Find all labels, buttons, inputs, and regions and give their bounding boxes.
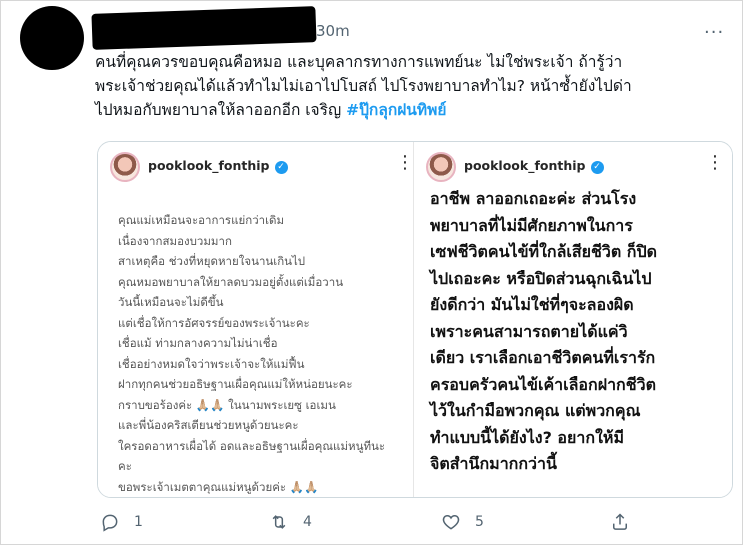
caption-line: ขอพระเจ้าเมตตาคุณแม่หนูด้วยค่ะ 🙏🏼🙏🏼 — [118, 479, 319, 494]
comment-line: เดียว เราเลือกเอาชีวิตคนที่เรารัก — [430, 348, 656, 367]
share-icon — [613, 513, 627, 530]
reply-icon — [102, 514, 118, 532]
reply-button[interactable]: 1 — [100, 512, 143, 532]
tweet-text-line: พระเจ้าช่วยคุณได้แล้วทำไมไม่เอาไปโบสถ์ ไ… — [95, 77, 632, 95]
caption-line: คุณแม่เหมือนจะอาการแย่กว่าเดิม — [118, 213, 285, 227]
caption-line: และพี่น้องคริสเตียนช่วยหนูด้วยนะคะ — [118, 418, 299, 432]
verified-badge-icon: ✓ — [590, 161, 604, 174]
comment-line: ไปเถอะคะ หรือปิดส่วนฉุกเฉินไป — [430, 268, 652, 288]
tweet-text-line: ไปหมอกับพยาบาลให้ลาออกอีก เจริญ #ปุ๊กลุก… — [95, 98, 735, 122]
comment-line: พยาบาลที่ไม่มีศักยภาพในการ — [430, 215, 633, 235]
caption-line: เชื่ออย่างหมดใจว่าพระเจ้าจะให้แม่ฟื้น — [118, 356, 305, 371]
caption-line: คะ — [118, 459, 132, 473]
retweet-icon — [272, 515, 286, 529]
instagram-more-icon: ⋮ — [706, 152, 724, 173]
tweet-text-line: คนที่คุณควรขอบคุณคือหมอ และบุคลากรทางการ… — [95, 53, 623, 71]
instagram-avatar — [426, 152, 456, 182]
media-image-right[interactable]: pooklook_fonthip ✓ ⋮ อาชีพ ลาออกเถอะค่ะ ส… — [416, 142, 732, 497]
comment-line: ครอบครัวคนไข้เค้าเลือกฝากชีวิต — [430, 374, 656, 394]
comment-line: ไว้ในกำมือพวกคุณ แต่พวกคุณ — [430, 401, 641, 420]
avatar[interactable] — [20, 6, 84, 70]
retweet-button[interactable]: 4 — [269, 512, 312, 532]
share-button[interactable] — [610, 512, 630, 532]
comment-line: เซฟชีวิตคนไข้ที่ใกล้เสียชีวิต ก็ปิด — [430, 242, 658, 261]
comment-line: เพราะคนสามารถตายได้แค่วิ — [430, 321, 628, 341]
caption-line: สาเหตุคือ ช่วงที่หยุดหายใจนานเกินไป — [118, 254, 306, 268]
instagram-username: pooklook_fonthip ✓ — [464, 158, 604, 174]
verified-badge-icon: ✓ — [274, 161, 288, 174]
tweet-media[interactable]: pooklook_fonthip ✓ ⋮ คุณแม่เหมือนจะอาการแ… — [97, 141, 733, 498]
comment-line: จิตสำนึกมากกว่านี้ — [430, 454, 557, 473]
instagram-more-icon: ⋮ — [396, 152, 414, 173]
caption-line: ฝากทุกคนช่วยอธิษฐานเผื่อคุณแม่ให้หน่อยนะ… — [118, 377, 353, 391]
hashtag-link[interactable]: #ปุ๊กลุกฝนทิพย์ — [346, 101, 446, 119]
caption-line: กราบขอร้องค่ะ 🙏🏼🙏🏼 ในนามพระเยซู เอเมน — [118, 397, 336, 412]
like-button[interactable]: 5 — [441, 512, 484, 532]
caption-line: เนื่องจากสมองบวมมาก — [118, 233, 232, 248]
tweet-text: คนที่คุณควรขอบคุณคือหมอ และบุคลากรทางการ… — [95, 50, 735, 122]
media-image-left[interactable]: pooklook_fonthip ✓ ⋮ คุณแม่เหมือนจะอาการแ… — [98, 142, 414, 497]
heart-icon — [442, 514, 460, 530]
like-count: 5 — [475, 514, 484, 530]
caption-line: ใครอดอาหารเผื่อได้ อดและอธิษฐานเผื่อคุณแ… — [118, 438, 386, 453]
more-options-icon[interactable]: ··· — [704, 22, 724, 43]
caption-line: วันนี้เหมือนจะไม่ดีขึ้น — [118, 295, 224, 309]
instagram-avatar — [110, 152, 140, 182]
instagram-comment-text: อาชีพ ลาออกเถอะค่ะ ส่วนโรง พยาบาลที่ไม่ม… — [430, 186, 730, 478]
comment-line: อาชีพ ลาออกเถอะค่ะ ส่วนโรง — [430, 189, 637, 208]
tweet-actions: 1 4 5 — [95, 512, 655, 538]
instagram-username: pooklook_fonthip ✓ — [148, 158, 288, 174]
caption-line: คุณหมอพยาบาลให้ยาลดบวมอยู่ตั้งแต่เมื่อวา… — [118, 274, 344, 289]
tweet-timestamp[interactable]: 30m — [316, 22, 350, 40]
comment-line: ทำแบบนี้ได้ยังไง? อยากให้มี — [430, 427, 624, 447]
instagram-caption: คุณแม่เหมือนจะอาการแย่กว่าเดิม เนื่องจาก… — [118, 210, 408, 497]
reply-count: 1 — [134, 514, 143, 530]
caption-line: เชื่อแม้ ท่ามกลางความไม่น่าเชื่อ — [118, 336, 278, 350]
tweet-text-fragment: ไปหมอกับพยาบาลให้ลาออกอีก เจริญ — [95, 101, 347, 119]
retweet-count: 4 — [303, 514, 312, 530]
comment-line: ยังดีกว่า มันไม่ใช่ที่ๆจะลองผิด — [430, 295, 634, 314]
caption-line: แต่เชื่อให้การอัศจรรย์ของพระเจ้านะคะ — [118, 315, 310, 330]
